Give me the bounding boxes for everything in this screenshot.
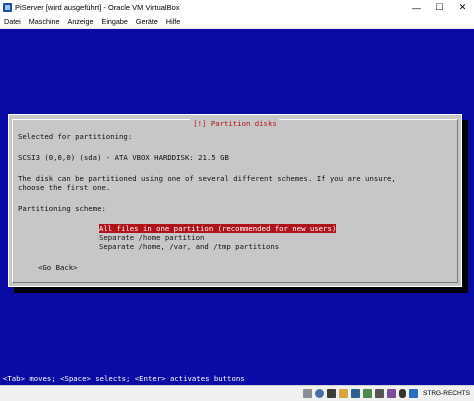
option-separate-home[interactable]: Separate /home partition <box>99 233 204 242</box>
installer-help-line: <Tab> moves; <Space> selects; <Enter> ac… <box>3 374 245 383</box>
window-titlebar: PiServer [wird ausgeführt] - Oracle VM V… <box>0 0 474 15</box>
host-status-bar: STRG-RECHTS <box>0 385 474 401</box>
cpu-icon[interactable] <box>387 389 397 398</box>
dialog-title: [!] Partition disks <box>190 119 280 128</box>
selected-label: Selected for partitioning: <box>18 132 133 141</box>
minimize-button[interactable]: — <box>405 0 428 15</box>
disk-info: SCSI3 (0,0,0) (sda) - ATA VBOX HARDDISK:… <box>18 153 229 162</box>
recording-icon[interactable] <box>375 389 385 398</box>
window-controls: — ☐ ✕ <box>405 0 474 15</box>
menu-eingabe[interactable]: Eingabe <box>98 17 132 26</box>
shared-folder-icon[interactable] <box>339 389 349 398</box>
scheme-label: Partitioning scheme: <box>18 204 106 213</box>
virtualbox-icon <box>3 3 12 12</box>
maximize-button[interactable]: ☐ <box>428 0 451 15</box>
hard-disk-icon[interactable] <box>303 389 313 398</box>
host-key-label: STRG-RECHTS <box>423 390 470 397</box>
optical-drive-icon[interactable] <box>315 389 325 398</box>
dialog-frame: [!] Partition disks Selected for partiti… <box>12 119 458 283</box>
menu-hilfe[interactable]: Hilfe <box>162 17 184 26</box>
close-button[interactable]: ✕ <box>451 0 474 15</box>
option-all-in-one[interactable]: All files in one partition (recommended … <box>99 224 337 233</box>
description-line-2: choose the first one. <box>18 183 111 192</box>
menu-geraete[interactable]: Geräte <box>132 17 162 26</box>
menu-datei[interactable]: Datei <box>0 17 25 26</box>
window-title: PiServer [wird ausgeführt] - Oracle VM V… <box>15 3 180 12</box>
menu-anzeige[interactable]: Anzeige <box>64 17 98 26</box>
option-separate-home-var-tmp[interactable]: Separate /home, /var, and /tmp partition… <box>99 242 279 251</box>
partition-dialog: [!] Partition disks Selected for partiti… <box>8 114 462 287</box>
menu-maschine[interactable]: Maschine <box>25 17 64 26</box>
network-icon[interactable] <box>363 389 373 398</box>
vm-screen[interactable]: [!] Partition disks Selected for partiti… <box>0 29 474 385</box>
display-icon[interactable] <box>351 389 361 398</box>
menu-bar: Datei Maschine Anzeige Eingabe Geräte Hi… <box>0 15 474 29</box>
description-line-1: The disk can be partitioned using one of… <box>18 174 396 183</box>
go-back-button[interactable]: <Go Back> <box>38 263 78 272</box>
mouse-integration-icon[interactable] <box>399 389 407 398</box>
host-key-arrow-icon <box>409 389 419 398</box>
usb-icon[interactable] <box>327 389 337 398</box>
